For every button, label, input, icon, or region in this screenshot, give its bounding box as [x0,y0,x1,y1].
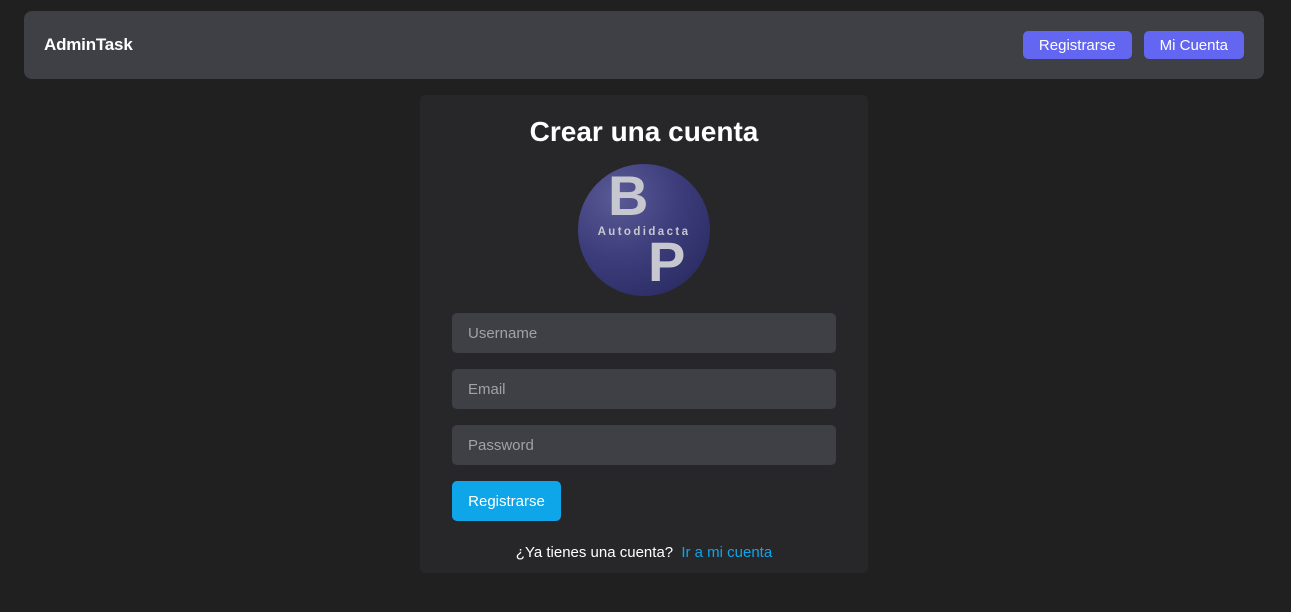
navbar: AdminTask Registrarse Mi Cuenta [24,11,1264,79]
logo-caption: Autodidacta [597,226,691,238]
logo-letter-b: B [608,164,649,227]
logo-letter-p: P [648,230,686,293]
brand-title[interactable]: AdminTask [44,35,133,55]
nav-register-button[interactable]: Registrarse [1022,31,1132,59]
page-title: Crear una cuenta [529,116,759,147]
login-prompt-text: ¿Ya tienes una cuenta? [515,544,674,561]
logo-image: B Autodidacta P [578,164,710,296]
nav-actions: Registrarse Mi Cuenta [1022,31,1244,59]
go-to-account-link[interactable]: Ir a mi cuenta [681,544,772,561]
nav-my-account-button[interactable]: Mi Cuenta [1143,31,1244,59]
email-input[interactable] [452,369,836,409]
username-input[interactable] [452,313,836,353]
login-prompt: ¿Ya tienes una cuenta? Ir a mi cuenta [420,544,868,561]
password-input[interactable] [452,425,836,465]
register-submit-button[interactable]: Registrarse [452,481,561,521]
